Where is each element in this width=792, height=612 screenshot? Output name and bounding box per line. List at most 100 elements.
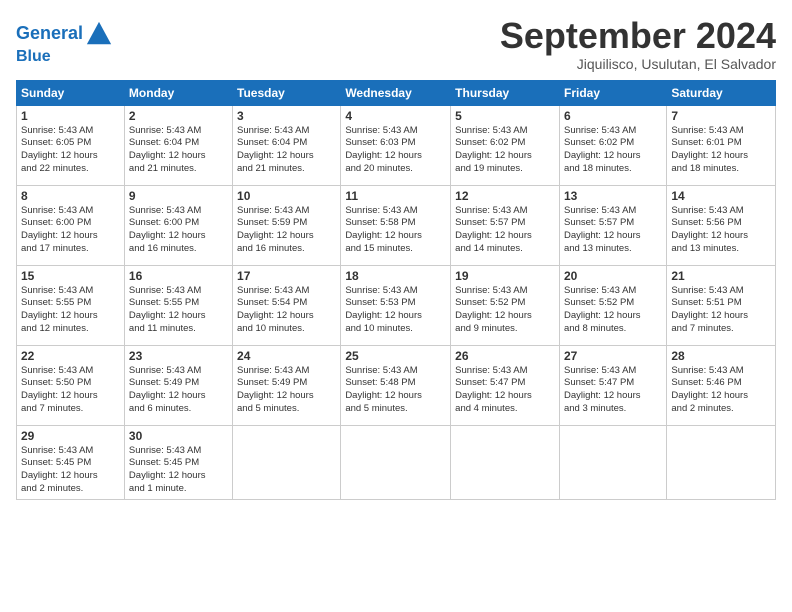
calendar-week-row: 29Sunrise: 5:43 AM Sunset: 5:45 PM Dayli… bbox=[17, 425, 776, 499]
day-number: 11 bbox=[345, 189, 446, 203]
table-row: 30 Sunrise: 5:43 AM Sunset: 5:45 PM Dayli… bbox=[124, 425, 232, 499]
table-row: 24Sunrise: 5:43 AM Sunset: 5:49 PM Dayli… bbox=[233, 345, 341, 425]
table-row bbox=[559, 425, 666, 499]
table-row: 13 Sunrise: 5:43 AM Sunset: 5:57 PM Dayli… bbox=[559, 185, 666, 265]
col-thursday: Thursday bbox=[451, 80, 560, 105]
calendar-table: Sunday Monday Tuesday Wednesday Thursday… bbox=[16, 80, 776, 500]
day-info: Sunrise: 5:43 AM Sunset: 5:45 PM Dayligh… bbox=[21, 445, 120, 496]
day-number: 14 bbox=[671, 189, 771, 203]
day-number: 7 bbox=[671, 109, 771, 123]
location: Jiquilisco, Usulutan, El Salvador bbox=[500, 56, 776, 72]
table-row bbox=[451, 425, 560, 499]
col-tuesday: Tuesday bbox=[233, 80, 341, 105]
day-number: 23 bbox=[129, 349, 228, 363]
day-number: 27 bbox=[564, 349, 662, 363]
day-info: Sunrise: 5:43 AM Sunset: 5:52 PM Dayligh… bbox=[455, 285, 555, 336]
day-number: 30 bbox=[129, 429, 228, 443]
day-info: Sunrise: 5:43 AM Sunset: 5:45 PM Dayligh… bbox=[129, 445, 228, 496]
day-info: Sunrise: 5:43 AM Sunset: 6:04 PM Dayligh… bbox=[237, 125, 336, 176]
table-row: 9 Sunrise: 5:43 AM Sunset: 6:00 PM Daylig… bbox=[124, 185, 232, 265]
title-block: September 2024 Jiquilisco, Usulutan, El … bbox=[500, 16, 776, 72]
table-row bbox=[233, 425, 341, 499]
logo: General Blue bbox=[16, 20, 113, 66]
day-info: Sunrise: 5:43 AM Sunset: 5:55 PM Dayligh… bbox=[21, 285, 120, 336]
calendar-header-row: Sunday Monday Tuesday Wednesday Thursday… bbox=[17, 80, 776, 105]
day-info: Sunrise: 5:43 AM Sunset: 5:56 PM Dayligh… bbox=[671, 205, 771, 256]
table-row: 3Sunrise: 5:43 AM Sunset: 6:04 PM Daylig… bbox=[233, 105, 341, 185]
day-number: 18 bbox=[345, 269, 446, 283]
day-number: 22 bbox=[21, 349, 120, 363]
day-number: 4 bbox=[345, 109, 446, 123]
day-number: 26 bbox=[455, 349, 555, 363]
day-number: 12 bbox=[455, 189, 555, 203]
logo-subtext: Blue bbox=[16, 48, 113, 66]
table-row: 28Sunrise: 5:43 AM Sunset: 5:46 PM Dayli… bbox=[667, 345, 776, 425]
day-info: Sunrise: 5:43 AM Sunset: 6:04 PM Dayligh… bbox=[129, 125, 228, 176]
day-number: 13 bbox=[564, 189, 662, 203]
table-row: 29Sunrise: 5:43 AM Sunset: 5:45 PM Dayli… bbox=[17, 425, 125, 499]
table-row bbox=[667, 425, 776, 499]
calendar-week-row: 15 Sunrise: 5:43 AM Sunset: 5:55 PM Dayli… bbox=[17, 265, 776, 345]
table-row: 17 Sunrise: 5:43 AM Sunset: 5:54 PM Dayli… bbox=[233, 265, 341, 345]
table-row: 16 Sunrise: 5:43 AM Sunset: 5:55 PM Dayli… bbox=[124, 265, 232, 345]
day-info: Sunrise: 5:43 AM Sunset: 5:54 PM Dayligh… bbox=[237, 285, 336, 336]
calendar-week-row: 22 Sunrise: 5:43 AM Sunset: 5:50 PM Dayli… bbox=[17, 345, 776, 425]
day-info: Sunrise: 5:43 AM Sunset: 5:59 PM Dayligh… bbox=[237, 205, 336, 256]
table-row: 25 Sunrise: 5:43 AM Sunset: 5:48 PM Dayli… bbox=[341, 345, 451, 425]
day-info: Sunrise: 5:43 AM Sunset: 5:49 PM Dayligh… bbox=[129, 365, 228, 416]
day-info: Sunrise: 5:43 AM Sunset: 5:48 PM Dayligh… bbox=[345, 365, 446, 416]
col-wednesday: Wednesday bbox=[341, 80, 451, 105]
day-number: 21 bbox=[671, 269, 771, 283]
day-info: Sunrise: 5:43 AM Sunset: 6:03 PM Dayligh… bbox=[345, 125, 446, 176]
day-number: 19 bbox=[455, 269, 555, 283]
day-number: 6 bbox=[564, 109, 662, 123]
col-saturday: Saturday bbox=[667, 80, 776, 105]
day-info: Sunrise: 5:43 AM Sunset: 5:47 PM Dayligh… bbox=[455, 365, 555, 416]
day-info: Sunrise: 5:43 AM Sunset: 5:57 PM Dayligh… bbox=[564, 205, 662, 256]
table-row: 23 Sunrise: 5:43 AM Sunset: 5:49 PM Dayli… bbox=[124, 345, 232, 425]
month-title: September 2024 bbox=[500, 16, 776, 56]
page-header: General Blue September 2024 Jiquilisco, … bbox=[16, 16, 776, 72]
day-number: 15 bbox=[21, 269, 120, 283]
day-number: 2 bbox=[129, 109, 228, 123]
day-info: Sunrise: 5:43 AM Sunset: 6:02 PM Dayligh… bbox=[455, 125, 555, 176]
calendar-week-row: 1 Sunrise: 5:43 AM Sunset: 6:05 PM Daylig… bbox=[17, 105, 776, 185]
day-number: 20 bbox=[564, 269, 662, 283]
table-row: 6Sunrise: 5:43 AM Sunset: 6:02 PM Daylig… bbox=[559, 105, 666, 185]
table-row: 11 Sunrise: 5:43 AM Sunset: 5:58 PM Dayli… bbox=[341, 185, 451, 265]
day-info: Sunrise: 5:43 AM Sunset: 5:51 PM Dayligh… bbox=[671, 285, 771, 336]
table-row: 22 Sunrise: 5:43 AM Sunset: 5:50 PM Dayli… bbox=[17, 345, 125, 425]
table-row: 21 Sunrise: 5:43 AM Sunset: 5:51 PM Dayli… bbox=[667, 265, 776, 345]
day-info: Sunrise: 5:43 AM Sunset: 6:00 PM Dayligh… bbox=[129, 205, 228, 256]
day-info: Sunrise: 5:43 AM Sunset: 6:05 PM Dayligh… bbox=[21, 125, 120, 176]
day-number: 16 bbox=[129, 269, 228, 283]
day-number: 17 bbox=[237, 269, 336, 283]
table-row: 5Sunrise: 5:43 AM Sunset: 6:02 PM Daylig… bbox=[451, 105, 560, 185]
table-row: 18 Sunrise: 5:43 AM Sunset: 5:53 PM Dayli… bbox=[341, 265, 451, 345]
table-row: 26 Sunrise: 5:43 AM Sunset: 5:47 PM Dayli… bbox=[451, 345, 560, 425]
logo-text: General bbox=[16, 20, 113, 48]
table-row: 7 Sunrise: 5:43 AM Sunset: 6:01 PM Daylig… bbox=[667, 105, 776, 185]
day-number: 25 bbox=[345, 349, 446, 363]
col-friday: Friday bbox=[559, 80, 666, 105]
day-info: Sunrise: 5:43 AM Sunset: 5:58 PM Dayligh… bbox=[345, 205, 446, 256]
table-row: 27Sunrise: 5:43 AM Sunset: 5:47 PM Dayli… bbox=[559, 345, 666, 425]
table-row: 8 Sunrise: 5:43 AM Sunset: 6:00 PM Daylig… bbox=[17, 185, 125, 265]
day-number: 1 bbox=[21, 109, 120, 123]
col-sunday: Sunday bbox=[17, 80, 125, 105]
day-info: Sunrise: 5:43 AM Sunset: 5:52 PM Dayligh… bbox=[564, 285, 662, 336]
table-row: 19 Sunrise: 5:43 AM Sunset: 5:52 PM Dayli… bbox=[451, 265, 560, 345]
table-row: 10Sunrise: 5:43 AM Sunset: 5:59 PM Dayli… bbox=[233, 185, 341, 265]
day-number: 8 bbox=[21, 189, 120, 203]
day-info: Sunrise: 5:43 AM Sunset: 5:49 PM Dayligh… bbox=[237, 365, 336, 416]
col-monday: Monday bbox=[124, 80, 232, 105]
day-info: Sunrise: 5:43 AM Sunset: 5:55 PM Dayligh… bbox=[129, 285, 228, 336]
day-number: 9 bbox=[129, 189, 228, 203]
table-row: 4 Sunrise: 5:43 AM Sunset: 6:03 PM Daylig… bbox=[341, 105, 451, 185]
day-info: Sunrise: 5:43 AM Sunset: 6:01 PM Dayligh… bbox=[671, 125, 771, 176]
table-row: 20 Sunrise: 5:43 AM Sunset: 5:52 PM Dayli… bbox=[559, 265, 666, 345]
day-info: Sunrise: 5:43 AM Sunset: 6:00 PM Dayligh… bbox=[21, 205, 120, 256]
day-info: Sunrise: 5:43 AM Sunset: 5:50 PM Dayligh… bbox=[21, 365, 120, 416]
day-number: 28 bbox=[671, 349, 771, 363]
day-info: Sunrise: 5:43 AM Sunset: 5:53 PM Dayligh… bbox=[345, 285, 446, 336]
